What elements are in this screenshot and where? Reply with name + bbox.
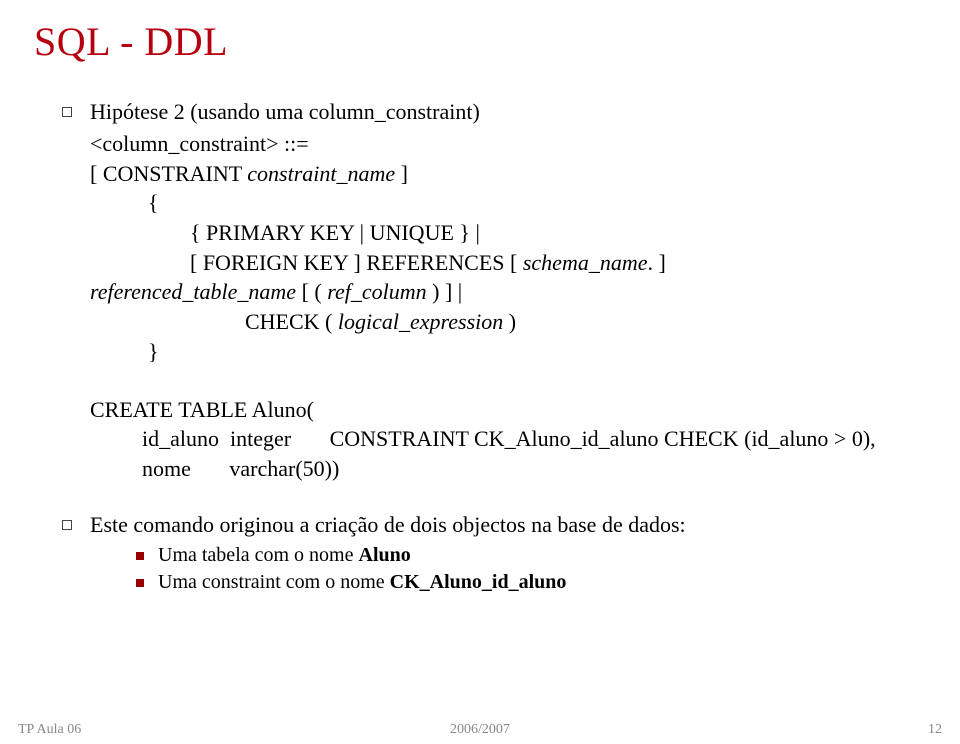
sub-bullet-text: Uma tabela com o nome Aluno: [158, 542, 411, 569]
bullet-text: Este comando originou a criação de dois …: [90, 512, 686, 538]
footer: TP Aula 06 2006/2007 12: [0, 722, 960, 738]
sub-bullet-constraint: Uma constraint com o nome CK_Aluno_id_al…: [136, 569, 926, 596]
syntax-line: {: [90, 188, 926, 218]
syntax-line: referenced_table_name [ ( ref_column ) ]…: [90, 277, 926, 307]
sub-bullet-text: Uma constraint com o nome CK_Aluno_id_al…: [158, 569, 566, 596]
sub-bullet-icon: [136, 552, 144, 560]
bullet-icon: [62, 107, 72, 117]
footer-page-number: 12: [928, 722, 942, 738]
sub-bullet-icon: [136, 579, 144, 587]
bullet-icon: [62, 520, 72, 530]
bullet-result: Este comando originou a criação de dois …: [62, 512, 926, 538]
syntax-line: { PRIMARY KEY | UNIQUE } |: [90, 218, 926, 248]
syntax-line: }: [90, 337, 926, 367]
syntax-line: CHECK ( logical_expression ): [90, 307, 926, 337]
footer-left: TP Aula 06: [18, 722, 81, 738]
bullet-hypothesis: Hipótese 2 (usando uma column_constraint…: [62, 99, 926, 125]
sub-bullet-table: Uma tabela com o nome Aluno: [136, 542, 926, 569]
code-line: id_aluno integer CONSTRAINT CK_Aluno_id_…: [90, 424, 926, 454]
slide: SQL - DDL Hipótese 2 (usando uma column_…: [0, 0, 960, 744]
syntax-line: [ CONSTRAINT constraint_name ]: [90, 159, 926, 189]
bullet-text: Hipótese 2 (usando uma column_constraint…: [90, 99, 480, 125]
page-title: SQL - DDL: [34, 18, 926, 65]
syntax-block: <column_constraint> ::= [ CONSTRAINT con…: [90, 129, 926, 367]
code-line: nome varchar(50)): [90, 454, 926, 484]
code-block: CREATE TABLE Aluno( id_aluno integer CON…: [90, 395, 926, 484]
footer-center: 2006/2007: [0, 722, 960, 738]
syntax-line: <column_constraint> ::=: [90, 129, 926, 159]
code-line: CREATE TABLE Aluno(: [90, 395, 926, 425]
syntax-line: [ FOREIGN KEY ] REFERENCES [ schema_name…: [90, 248, 926, 278]
